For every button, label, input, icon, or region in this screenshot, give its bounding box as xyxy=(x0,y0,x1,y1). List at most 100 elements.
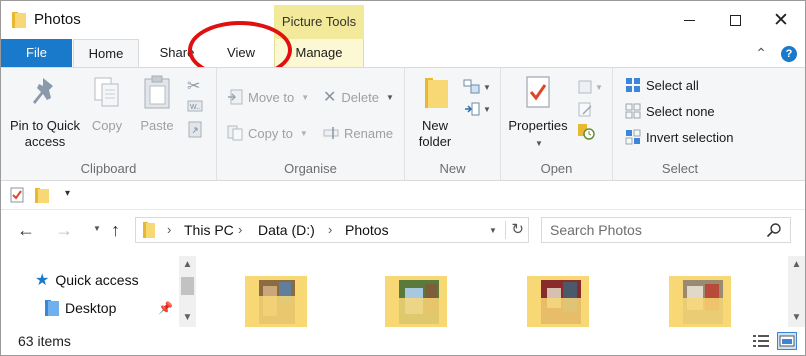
cut-icon[interactable]: ✂ xyxy=(187,76,207,98)
refresh-icon[interactable]: ↻ xyxy=(505,221,524,239)
close-button[interactable]: ✕ xyxy=(758,1,804,39)
properties-label: Properties xyxy=(508,118,568,133)
tab-home[interactable]: Home xyxy=(73,39,139,68)
search-icon[interactable] xyxy=(766,222,782,238)
ribbon-tab-bar: File Home Share View Manage ⌃ ? xyxy=(1,39,805,68)
details-view-icon[interactable] xyxy=(751,332,771,350)
ribbon-controls: ⌃ ? xyxy=(755,45,797,62)
pin-icon[interactable]: 📌 xyxy=(158,301,173,315)
select-group-label: Select xyxy=(661,161,699,176)
invert-selection-button[interactable]: Invert selection xyxy=(625,126,733,148)
photo-folder-thumbnail[interactable] xyxy=(385,276,447,327)
new-folder-label: New folder xyxy=(418,118,452,149)
minimize-button[interactable] xyxy=(666,1,712,39)
address-bar[interactable]: › This PC › Data (D:) › Photos ▼ ↻ xyxy=(135,217,529,243)
move-to-dropdown-icon: ▼ xyxy=(301,92,310,102)
open-button[interactable]: ▼ xyxy=(577,76,603,98)
breadcrumb-data-drive[interactable]: Data (D:) xyxy=(258,222,315,238)
file-list-scrollbar[interactable]: ▲ ▼ xyxy=(788,256,805,327)
properties-dropdown-icon: ▼ xyxy=(535,139,543,148)
edit-button[interactable] xyxy=(577,98,603,120)
search-box[interactable] xyxy=(541,217,791,243)
easy-access-icon xyxy=(465,102,480,116)
address-history-icon[interactable]: ▼ xyxy=(489,226,497,235)
tab-view[interactable]: View xyxy=(209,39,273,67)
help-icon[interactable]: ? xyxy=(781,45,797,62)
forward-arrow-icon[interactable]: → xyxy=(55,220,73,241)
scroll-up-icon[interactable]: ▲ xyxy=(788,256,805,273)
recent-locations-icon[interactable]: ▼ xyxy=(93,224,101,233)
picture-tools-label: Picture Tools xyxy=(274,5,364,39)
maximize-button[interactable] xyxy=(712,1,758,39)
breadcrumb-photos[interactable]: Photos xyxy=(345,222,389,238)
new-group-label: New xyxy=(439,161,466,176)
delete-dropdown-icon: ▼ xyxy=(385,92,394,102)
tab-manage[interactable]: Manage xyxy=(274,39,364,67)
breadcrumb-separator-icon[interactable]: › xyxy=(238,222,242,237)
collapse-ribbon-icon[interactable]: ⌃ xyxy=(755,45,767,62)
rename-label: Rename xyxy=(344,125,394,141)
new-item-icon xyxy=(463,79,480,94)
properties-check-icon[interactable] xyxy=(10,187,24,203)
title-bar: Photos Picture Tools ✕ xyxy=(1,1,805,39)
copy-button[interactable]: Copy xyxy=(87,74,127,134)
select-none-button[interactable]: Select none xyxy=(625,100,715,122)
new-item-button[interactable]: ▼ xyxy=(463,76,491,98)
open-group-label: Open xyxy=(540,161,573,176)
open-dropdown-icon: ▼ xyxy=(595,82,603,92)
paste-label: Paste xyxy=(140,118,174,133)
breadcrumb-this-pc[interactable]: This PC xyxy=(184,222,234,238)
copy-path-icon[interactable]: W.. xyxy=(187,98,207,120)
invert-selection-icon xyxy=(625,129,641,145)
history-button[interactable] xyxy=(577,120,603,142)
large-icons-view-icon[interactable] xyxy=(777,332,797,350)
new-small-buttons: ▼ ▼ xyxy=(463,76,491,120)
move-to-button[interactable]: Move to ▼ xyxy=(227,86,309,108)
delete-button[interactable]: ✕ Delete ▼ xyxy=(323,86,394,108)
rename-button[interactable]: Rename xyxy=(323,122,393,144)
photo-folder-thumbnail[interactable] xyxy=(669,276,731,327)
nav-pane-scrollbar[interactable]: ▲ ▼ xyxy=(179,256,196,327)
paste-button[interactable]: Paste xyxy=(135,74,179,134)
up-arrow-icon[interactable]: ↑ xyxy=(111,220,120,241)
search-input[interactable] xyxy=(550,221,760,239)
select-all-button[interactable]: Select all xyxy=(625,74,699,96)
easy-access-button[interactable]: ▼ xyxy=(463,98,491,120)
scroll-up-icon[interactable]: ▲ xyxy=(179,256,196,273)
copy-to-button[interactable]: Copy to ▼ xyxy=(227,122,308,144)
maximize-icon xyxy=(729,14,741,26)
select-none-label: Select none xyxy=(646,103,715,119)
photo-folder-thumbnail[interactable] xyxy=(527,276,589,327)
properties-button[interactable]: Properties ▼ xyxy=(507,74,569,152)
select-all-icon xyxy=(626,78,640,92)
scroll-thumb[interactable] xyxy=(181,277,194,295)
new-folder-button[interactable]: New folder xyxy=(413,74,457,150)
star-icon: ★ xyxy=(35,272,50,289)
quick-access-toolbar: ▾ xyxy=(1,182,805,210)
scroll-down-icon[interactable]: ▼ xyxy=(179,309,196,326)
properties-icon xyxy=(526,76,550,108)
move-to-icon xyxy=(228,89,243,105)
organise-group: Move to ▼ Copy to ▼ ✕ Delete ▼ Rename Or… xyxy=(217,68,405,180)
easy-access-dropdown-icon: ▼ xyxy=(483,104,491,114)
tab-file[interactable]: File xyxy=(1,39,72,67)
nav-item-quick-access[interactable]: ★ Quick access xyxy=(35,270,139,290)
folder-icon xyxy=(12,12,26,28)
copy-to-icon xyxy=(227,125,243,141)
breadcrumb-separator-icon[interactable]: › xyxy=(167,222,171,237)
scroll-down-icon[interactable]: ▼ xyxy=(788,309,805,326)
close-icon: ✕ xyxy=(773,9,789,31)
paste-shortcut-icon[interactable] xyxy=(187,120,207,142)
photo-folder-thumbnail[interactable] xyxy=(245,276,307,327)
pin-to-quick-access-button[interactable]: Pin to Quick access xyxy=(5,74,85,150)
tab-share[interactable]: Share xyxy=(149,39,205,67)
nav-item-desktop[interactable]: Desktop 📌 xyxy=(45,300,173,316)
customize-toolbar-icon[interactable]: ▾ xyxy=(65,188,70,199)
new-folder-small-icon[interactable] xyxy=(35,187,49,203)
back-arrow-icon[interactable]: ← xyxy=(17,220,35,241)
breadcrumb-separator-icon[interactable]: › xyxy=(328,222,332,237)
clipboard-small-buttons: ✂ W.. xyxy=(187,76,207,142)
select-group: Select all Select none Invert selection … xyxy=(613,68,747,180)
delete-icon: ✕ xyxy=(323,89,337,106)
new-folder-icon xyxy=(425,78,448,108)
